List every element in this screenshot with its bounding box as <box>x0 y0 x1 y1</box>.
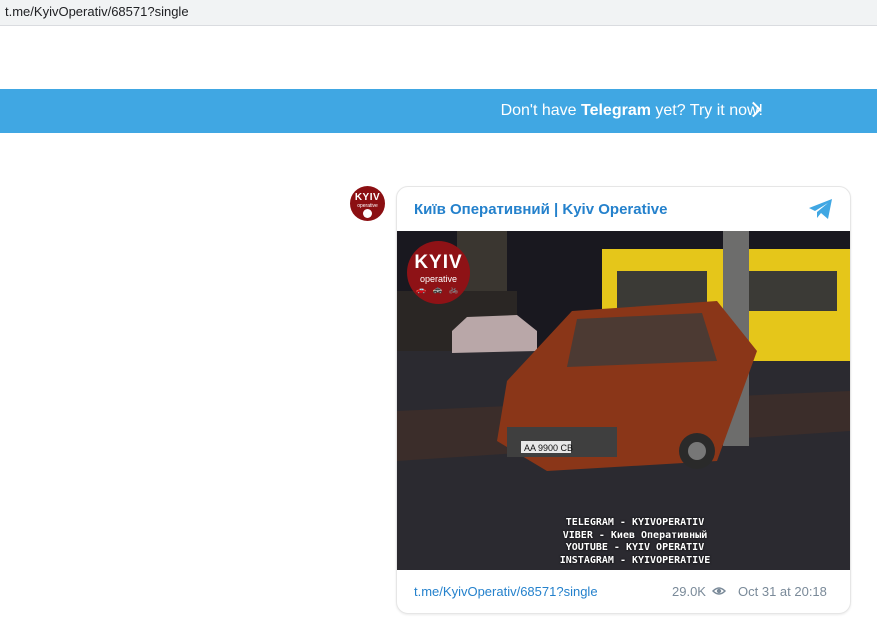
photo-credits: TELEGRAM - KYIVOPERATIV VIBER - Киев Опе… <box>515 517 755 567</box>
post-photo[interactable]: AA 9900 CB KYIV operative 🚗 🚓 🚲 TELEGRAM… <box>397 231 850 570</box>
watermark-icons: 🚗 🚓 🚲 <box>416 285 461 294</box>
post-card: Київ Оперативний | Kyiv Operative AA 990… <box>396 186 851 614</box>
browser-address-bar[interactable]: t.me/KyivOperativ/68571?single <box>0 0 877 26</box>
telegram-promo-banner[interactable]: Don't have Telegram yet? Try it now! <box>0 89 877 133</box>
channel-avatar[interactable]: KYIV operative <box>350 186 385 221</box>
suv-windshield <box>567 313 717 367</box>
view-count: 29.0K <box>672 584 706 599</box>
banner-brand: Telegram <box>581 102 651 119</box>
avatar-title: KYIV <box>354 192 381 203</box>
eye-icon <box>712 587 726 595</box>
watermark-subtitle: operative <box>419 274 458 284</box>
credit-line: TELEGRAM - KYIVOPERATIV <box>565 517 705 528</box>
banner-text[interactable]: Don't have Telegram yet? Try it now! <box>501 102 763 120</box>
credit-line: VIBER - Киев Оперативный <box>562 529 708 541</box>
wheel-rim <box>688 442 706 460</box>
post-date[interactable]: Oct 31 at 20:18 <box>738 584 827 599</box>
channel-name[interactable]: Київ Оперативний | Kyiv Operative <box>414 201 667 218</box>
watermark-logo: KYIV operative 🚗 🚓 🚲 <box>407 241 470 304</box>
credit-line: YOUTUBE - KYIV OPERATIV <box>565 542 705 553</box>
banner-prefix: Don't have <box>500 102 581 119</box>
watermark-title: KYIV <box>414 252 463 273</box>
post-link[interactable]: t.me/KyivOperativ/68571?single <box>414 584 598 599</box>
bus-windows-right <box>747 271 837 311</box>
url-text[interactable]: t.me/KyivOperativ/68571?single <box>5 4 189 19</box>
avatar-badge <box>363 209 372 218</box>
telegram-plane-icon[interactable] <box>808 198 834 220</box>
license-plate-text: AA 9900 CB <box>524 443 573 453</box>
credit-line: INSTAGRAM - KYIVOPERATIVE <box>559 554 711 566</box>
